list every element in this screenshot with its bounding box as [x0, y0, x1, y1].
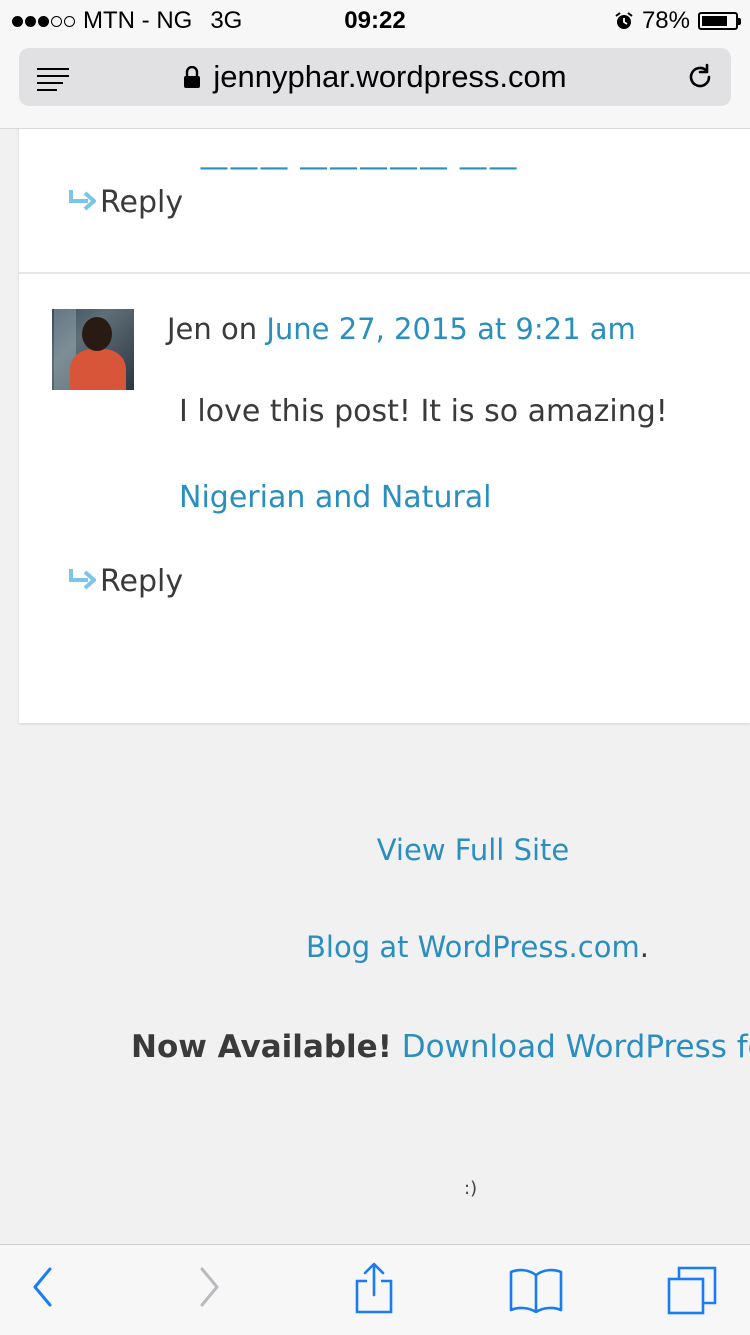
stats-smiley: :)	[464, 1178, 478, 1199]
comment-body: I love this post! It is so amazing!	[179, 394, 668, 429]
browser-top-chrome: MTN - NG 3G 09:22 78% jennyphar.wordpres…	[0, 0, 750, 129]
battery-percent: 78%	[641, 7, 690, 34]
tabs-icon[interactable]	[666, 1265, 720, 1315]
url-display[interactable]: jennyphar.wordpress.com	[19, 59, 731, 95]
lock-icon	[184, 65, 201, 88]
url-text: jennyphar.wordpress.com	[213, 59, 567, 94]
blog-at-suffix: .	[639, 930, 649, 964]
reply-link-previous[interactable]: Reply	[66, 185, 183, 220]
avatar[interactable]	[52, 309, 134, 390]
status-bar: MTN - NG 3G 09:22 78%	[0, 0, 750, 40]
back-icon[interactable]	[30, 1265, 56, 1309]
reply-arrow-icon	[69, 189, 96, 210]
reply-arrow-icon	[69, 568, 96, 589]
clipped-link-text[interactable]: ——— ————— ——	[199, 150, 518, 185]
comment-meta: Jen on June 27, 2015 at 9:21 am	[167, 312, 636, 346]
reply-link[interactable]: Reply	[66, 564, 183, 599]
comment-author-site-link[interactable]: Nigerian and Natural	[179, 480, 492, 515]
forward-icon[interactable]	[196, 1265, 222, 1309]
browser-toolbar	[0, 1244, 750, 1335]
comments-card: ——— ————— —— Reply Jen on June 27, 2015 …	[19, 60, 750, 723]
share-icon[interactable]	[352, 1261, 396, 1315]
reload-icon[interactable]	[685, 62, 715, 92]
reply-label: Reply	[100, 185, 184, 220]
view-full-site-link[interactable]: View Full Site	[0, 833, 750, 867]
app-promo: Now Available! Download WordPress for	[131, 1029, 750, 1065]
download-wordpress-link[interactable]: Download WordPress for	[402, 1029, 750, 1065]
bookmarks-icon[interactable]	[508, 1267, 564, 1313]
blog-at-line: Blog at WordPress.com.	[306, 930, 649, 964]
address-bar[interactable]: jennyphar.wordpress.com	[19, 48, 731, 106]
reply-label: Reply	[100, 564, 184, 599]
battery-icon	[698, 12, 741, 30]
alarm-icon	[615, 12, 633, 29]
comment-author: Jen	[167, 312, 212, 346]
comment-on-word: on	[221, 312, 258, 346]
status-right: 78%	[614, 7, 741, 35]
blog-at-wordpress-link[interactable]: Blog at WordPress.com	[306, 930, 640, 964]
comment-date-link[interactable]: June 27, 2015 at 9:21 am	[266, 312, 635, 346]
now-available-label: Now Available!	[131, 1029, 392, 1065]
comment-divider	[19, 272, 750, 274]
